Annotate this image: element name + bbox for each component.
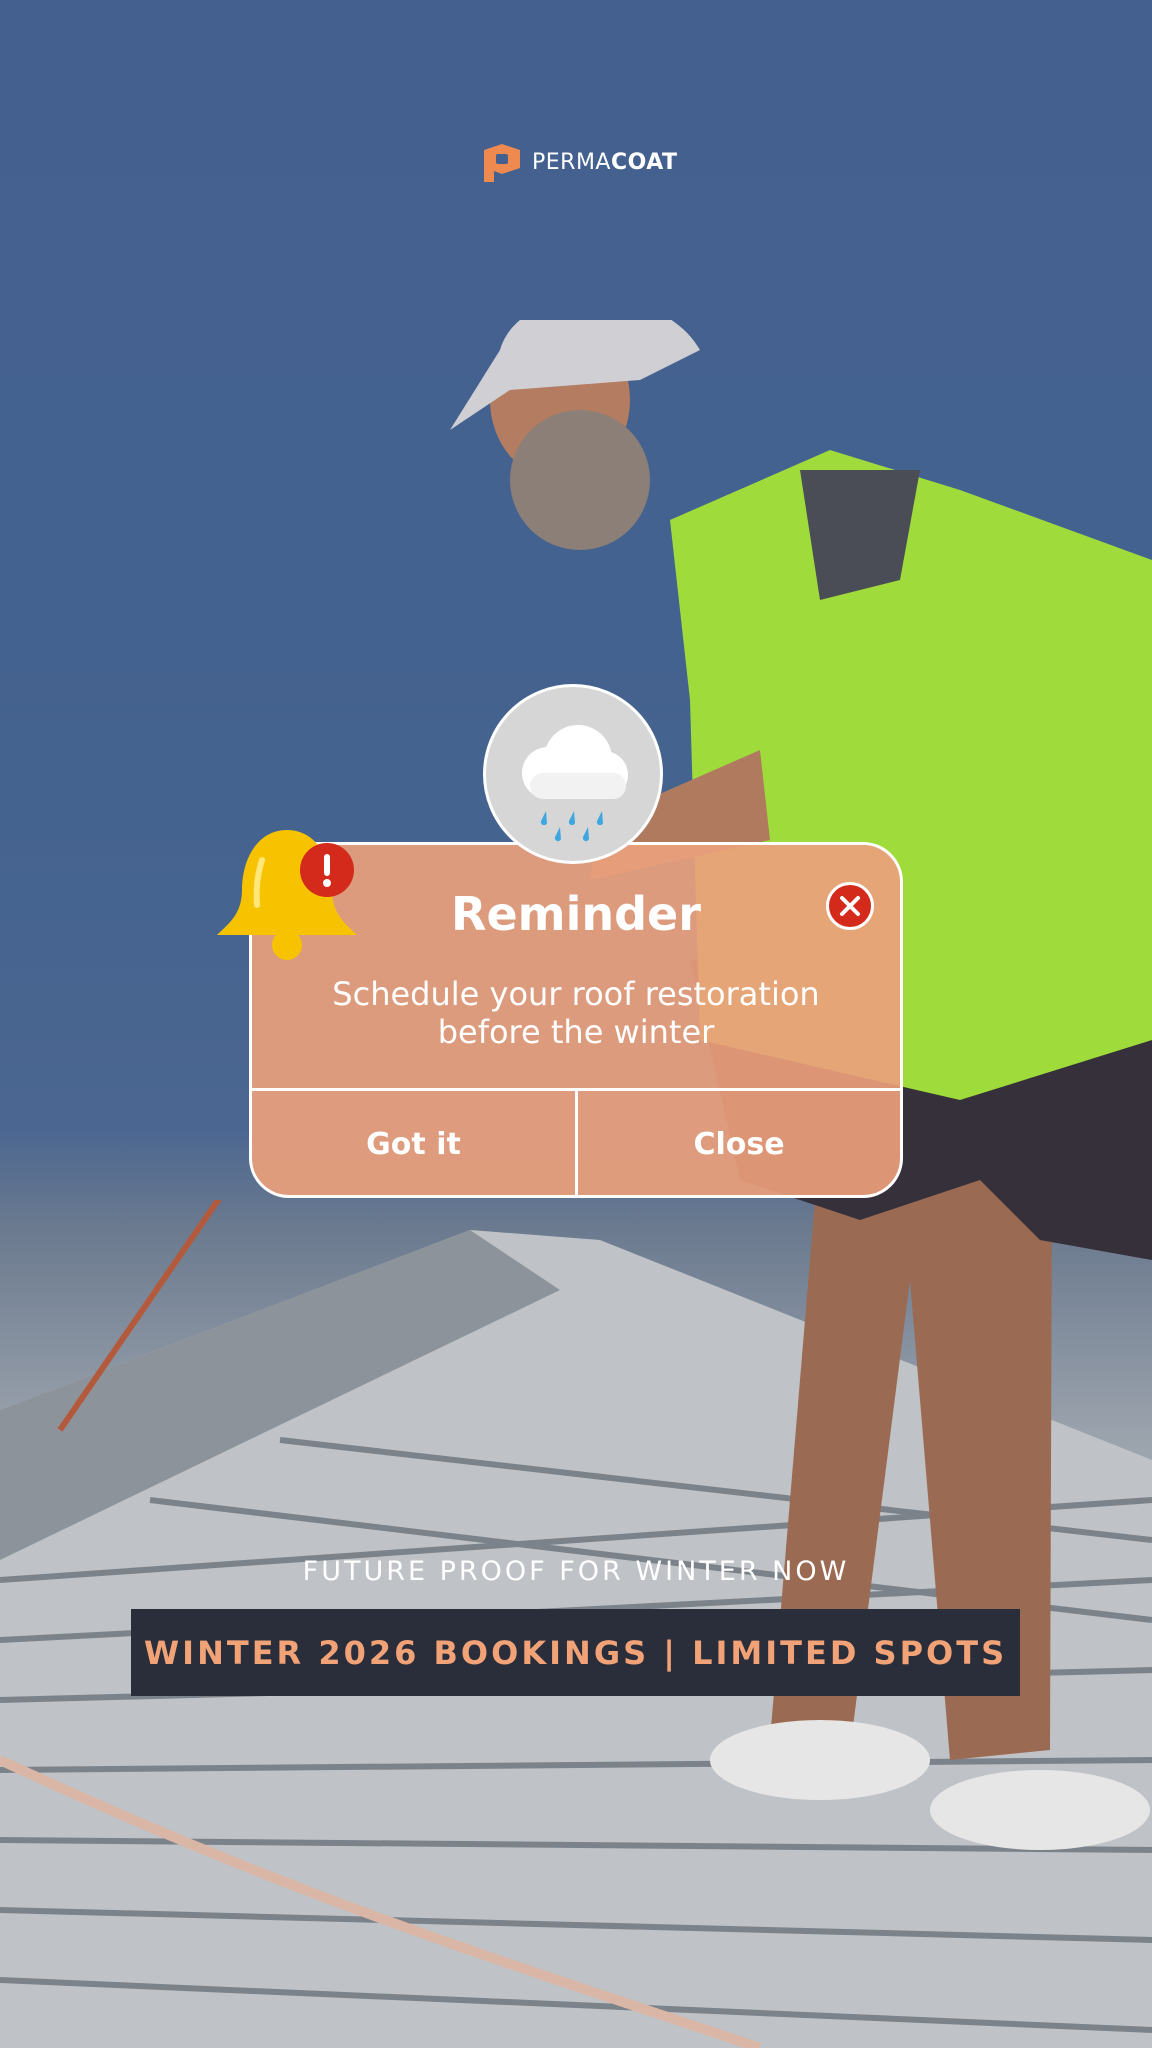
permacoat-logo-icon <box>484 144 520 182</box>
close-icon[interactable] <box>826 882 874 930</box>
ad-screen: PERMACOAT Reminder Schedule your roof re… <box>0 0 1152 2048</box>
promo-banner: WINTER 2026 BOOKINGS | LIMITED SPOTS <box>131 1609 1020 1696</box>
close-button[interactable]: Close <box>578 1091 900 1195</box>
got-it-button[interactable]: Got it <box>252 1091 575 1195</box>
promo-tagline: FUTURE PROOF FOR WINTER NOW <box>302 1556 850 1587</box>
brand-logo: PERMACOAT <box>480 140 678 184</box>
rain-cloud-badge <box>483 684 663 864</box>
alert-bell-icon <box>217 830 357 960</box>
brand-name: PERMACOAT <box>532 149 678 175</box>
rain-cloud-icon <box>522 725 628 842</box>
dialog-message: Schedule your roof restoration before th… <box>332 975 820 1051</box>
x-mark-icon <box>840 896 860 916</box>
